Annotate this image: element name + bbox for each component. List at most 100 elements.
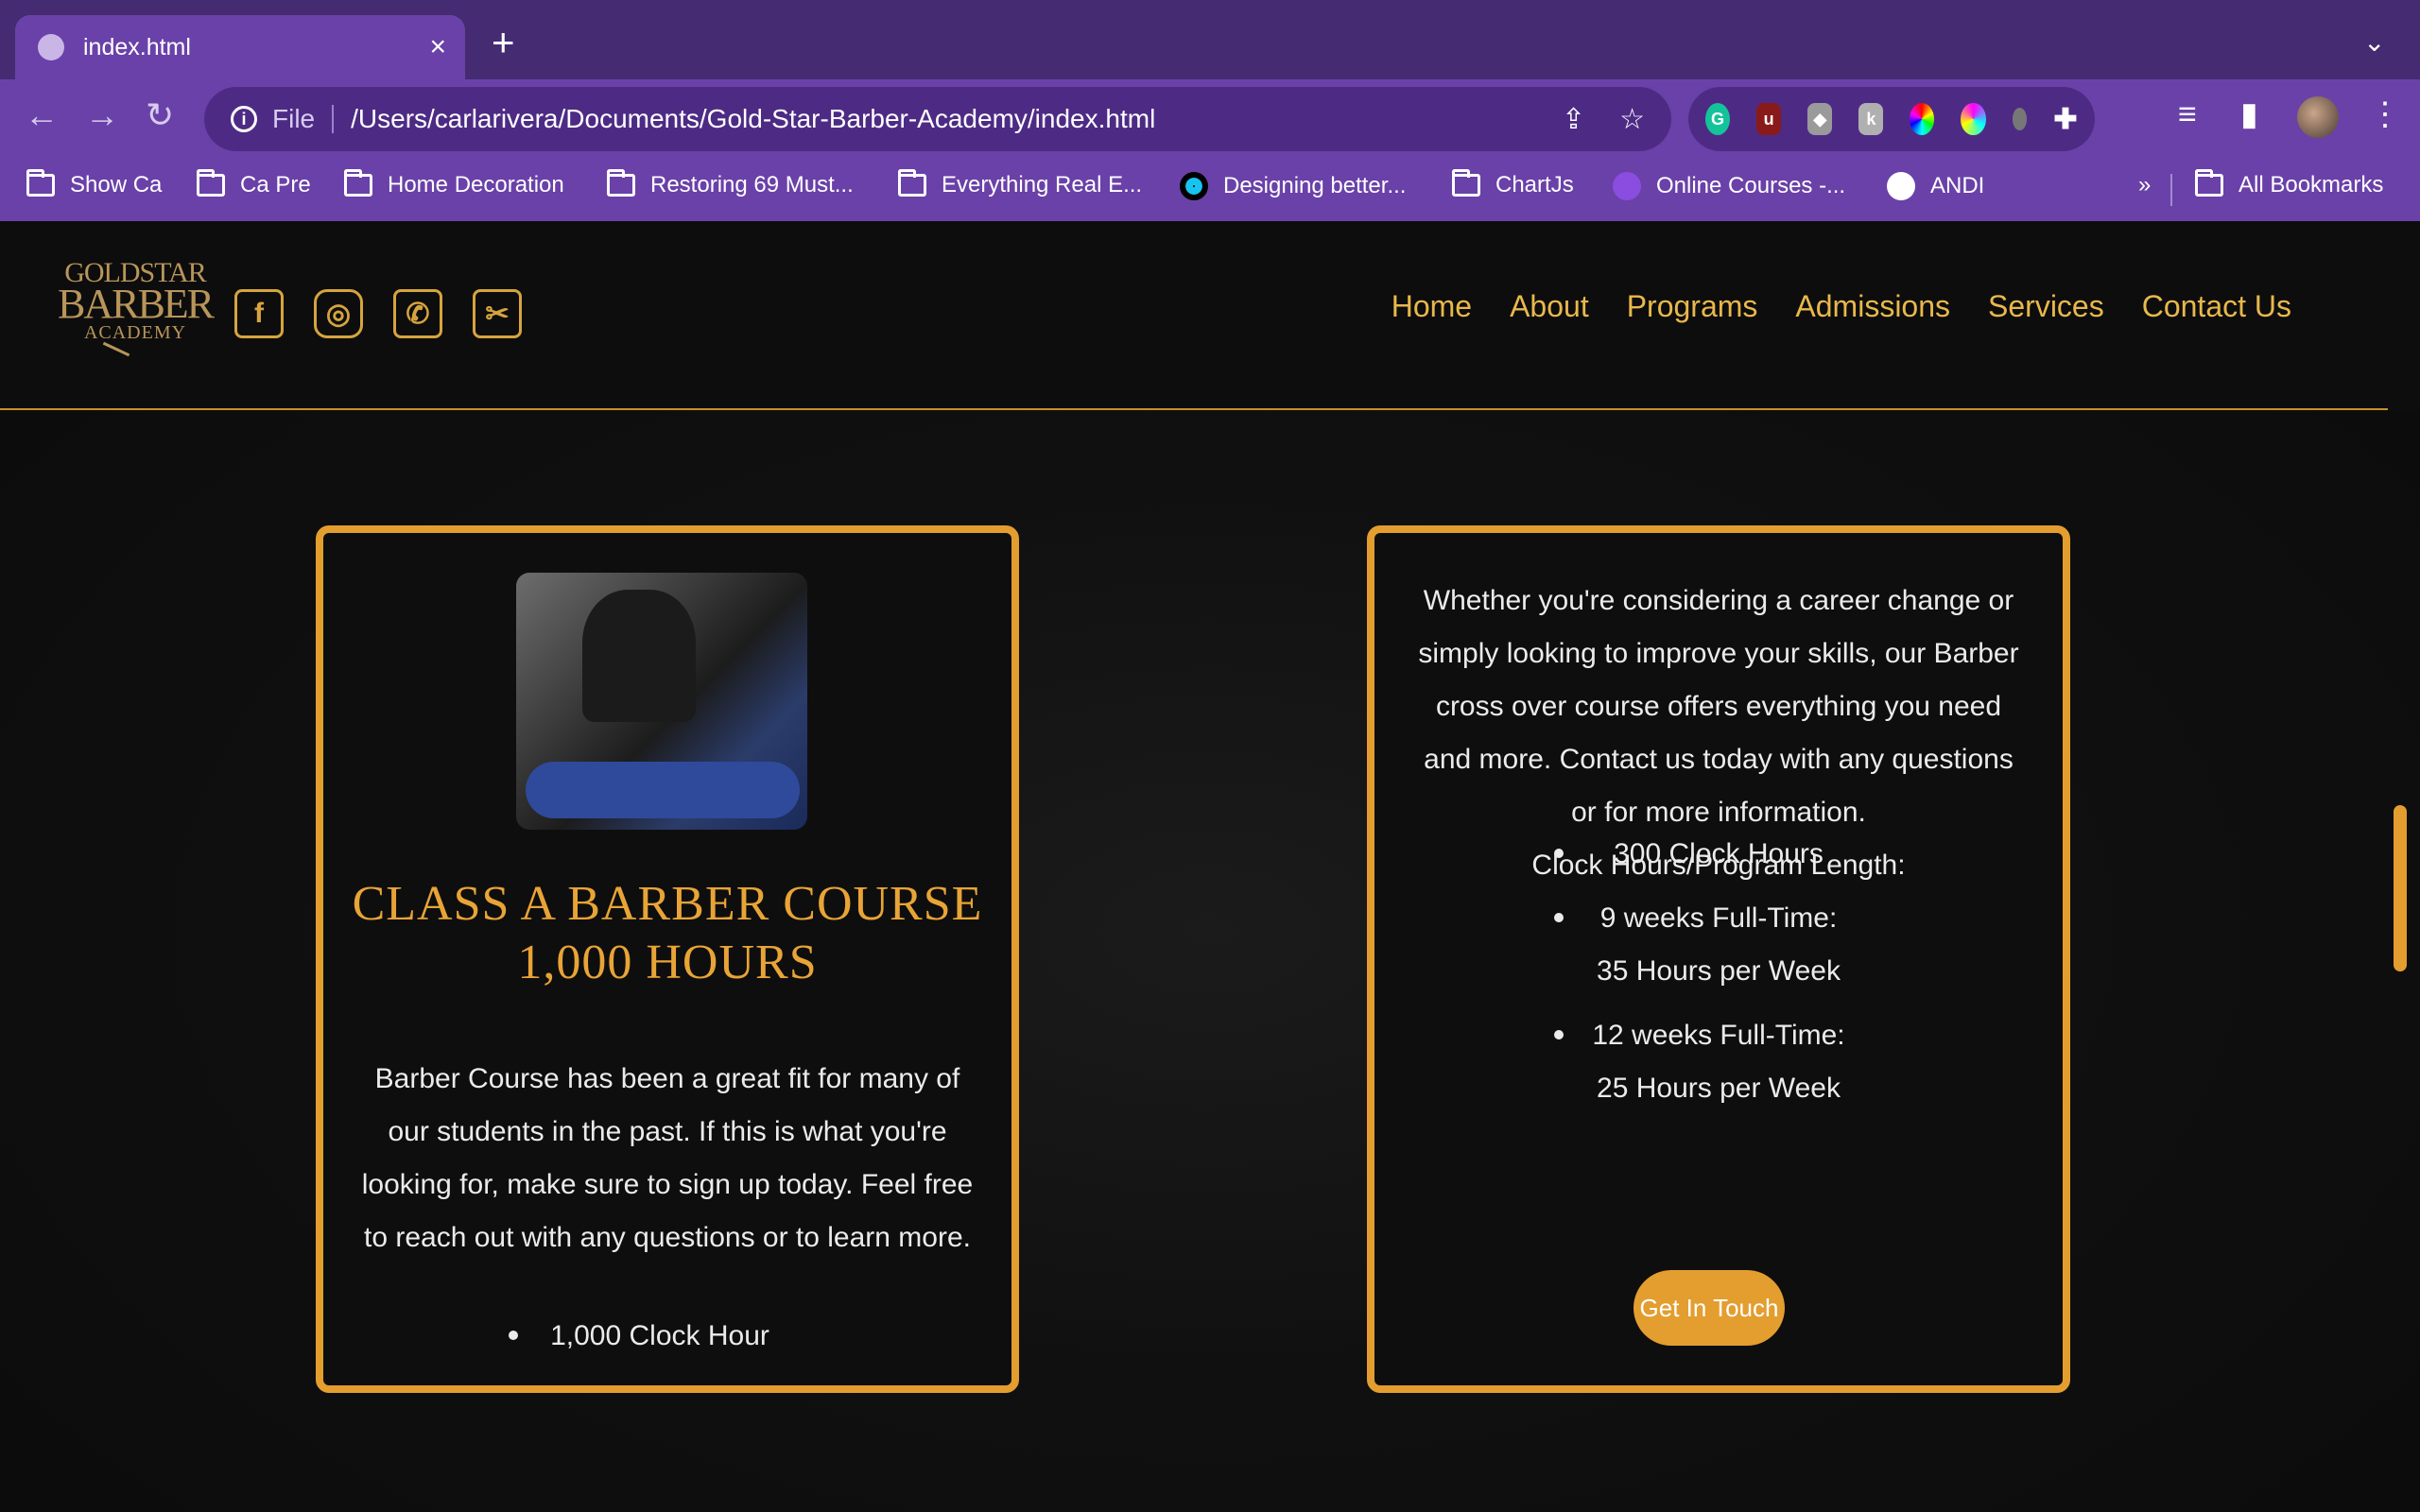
bookmark-item[interactable]: Online Courses -... — [1613, 172, 1845, 200]
chevron-right-icon: » — [2138, 172, 2152, 198]
folder-icon — [1452, 169, 1480, 197]
phone-icon[interactable]: ✆ — [393, 289, 442, 338]
bookmark-label: ANDI — [1930, 173, 1985, 198]
folder-icon — [197, 169, 225, 197]
course-details-card: Whether you're considering a career chan… — [1367, 525, 2070, 1393]
divider — [332, 105, 335, 133]
color-picker-icon[interactable] — [1910, 103, 1935, 135]
list-item: 9 weeks Full-Time: 35 Hours per Week — [1374, 892, 2063, 998]
url-scheme: File — [272, 104, 316, 133]
ublock-icon[interactable]: u — [1756, 103, 1782, 135]
star-icon[interactable]: ☆ — [1619, 103, 1645, 136]
course-hours-list: 1,000 Clock Hour — [323, 1310, 1011, 1363]
close-icon[interactable]: × — [429, 33, 446, 61]
extension-icon[interactable]: k — [1858, 103, 1884, 135]
bookmark-item[interactable]: Home Decoration — [344, 169, 564, 198]
list-item: 300 Clock Hours — [1374, 828, 2063, 881]
instagram-icon[interactable]: ◎ — [314, 289, 363, 338]
bookmark-item[interactable]: Show Ca — [26, 169, 163, 198]
nav-home[interactable]: Home — [1392, 289, 1472, 324]
extensions-area: G u ◆ k ✚ — [1688, 87, 2095, 151]
url-text[interactable]: /Users/carlarivera/Documents/Gold-Star-B… — [351, 104, 1528, 134]
bookmark-label: Show Ca — [70, 172, 163, 198]
list-item-text: 1,000 Clock Hour — [550, 1320, 769, 1351]
bookmark-label: Designing better... — [1223, 173, 1407, 198]
web-page: GOLDSTAR BARBER ACADEMY f ◎ ✆ ✂ Home Abo… — [0, 221, 2420, 1512]
site-header: GOLDSTAR BARBER ACADEMY f ◎ ✆ ✂ Home Abo… — [0, 221, 2420, 410]
tab-title: index.html — [83, 33, 191, 60]
bookmark-label: Ca Pre — [240, 172, 311, 198]
share-icon[interactable]: ⇪ — [1562, 103, 1585, 136]
site-logo[interactable]: GOLDSTAR BARBER ACADEMY — [55, 259, 216, 372]
course-description: Barber Course has been a great fit for m… — [361, 1063, 974, 1253]
divider — [2170, 174, 2172, 206]
puzzle-icon[interactable]: ✚ — [2053, 103, 2078, 135]
bookmark-item[interactable]: Designing better... — [1180, 172, 1406, 200]
bookmark-label: Restoring 69 Must... — [650, 172, 854, 198]
extension-icon[interactable] — [2012, 108, 2027, 130]
list-item-text: 25 Hours per Week — [1597, 1073, 1841, 1104]
color-wheel-icon[interactable] — [1961, 103, 1986, 135]
header-divider — [0, 408, 2388, 410]
nav-programs[interactable]: Programs — [1627, 289, 1758, 324]
nav-contact-us[interactable]: Contact Us — [2142, 289, 2291, 324]
barber-photo — [516, 573, 807, 830]
bookmark-item[interactable]: ChartJs — [1452, 169, 1574, 198]
avatar[interactable] — [2297, 96, 2339, 138]
list-item-text: 9 weeks Full-Time: — [1599, 902, 1838, 934]
more-bookmarks-button[interactable]: » — [2138, 172, 2151, 198]
bookmark-item[interactable]: Restoring 69 Must... — [607, 169, 854, 198]
bookmarks-bar: Show Ca Ca Pre Home Decoration Restoring… — [0, 159, 2420, 221]
info-icon[interactable]: i — [231, 106, 257, 132]
bookmark-label: Online Courses -... — [1656, 173, 1846, 198]
folder-icon — [344, 169, 372, 197]
grammarly-icon[interactable]: G — [1705, 103, 1731, 135]
bullet-icon — [509, 1331, 518, 1340]
address-bar[interactable]: i File /Users/carlarivera/Documents/Gold… — [204, 87, 1671, 151]
barber-tools-icon[interactable]: ✂ — [473, 289, 522, 338]
description-text: Whether you're considering a career chan… — [1418, 585, 2019, 828]
bookmark-label: All Bookmarks — [2238, 172, 2384, 198]
site-icon — [1613, 172, 1641, 200]
browser-tab[interactable]: index.html × — [15, 15, 465, 79]
nav-admissions[interactable]: Admissions — [1795, 289, 1950, 324]
back-button[interactable]: ← — [25, 98, 59, 132]
list-item-text: 12 weeks Full-Time: — [1592, 1020, 1845, 1051]
folder-icon — [898, 169, 926, 197]
folder-icon — [2195, 169, 2223, 197]
reload-button[interactable]: ↻ — [146, 98, 174, 132]
list-item-text: 300 Clock Hours — [1614, 838, 1824, 869]
scrollbar-thumb[interactable] — [2394, 805, 2407, 971]
get-in-touch-button[interactable]: Get In Touch — [1634, 1270, 1785, 1346]
all-bookmarks-button[interactable]: All Bookmarks — [2195, 169, 2384, 198]
bookmark-item[interactable]: ANDI — [1887, 172, 1984, 200]
bookmark-label: Everything Real E... — [942, 172, 1143, 198]
bookmark-item[interactable]: Ca Pre — [197, 169, 311, 198]
bitwarden-icon[interactable]: ◆ — [1807, 103, 1833, 135]
chevron-down-icon[interactable]: ⌄ — [2363, 26, 2385, 58]
facebook-icon[interactable]: f — [234, 289, 284, 338]
bookmark-label: ChartJs — [1495, 172, 1574, 198]
main-nav: Home About Programs Admissions Services … — [1392, 289, 2291, 324]
menu-icon[interactable]: ⋮ — [2369, 98, 2401, 130]
globe-icon — [1887, 172, 1915, 200]
list-item: 1,000 Clock Hour — [323, 1310, 1011, 1363]
bookmark-item[interactable]: Everything Real E... — [898, 169, 1143, 198]
bullet-icon — [1554, 849, 1564, 858]
nav-about[interactable]: About — [1510, 289, 1589, 324]
folder-icon — [26, 169, 55, 197]
forward-button[interactable]: → — [85, 98, 119, 132]
bullet-icon — [1554, 1030, 1564, 1040]
bullet-icon — [1554, 913, 1564, 922]
course-card: CLASS A BARBER COURSE 1,000 HOURS Barber… — [316, 525, 1019, 1393]
program-length-list: 300 Clock Hours 9 weeks Full-Time: 35 Ho… — [1374, 828, 2063, 1115]
nav-services[interactable]: Services — [1988, 289, 2104, 324]
course-title: CLASS A BARBER COURSE 1,000 HOURS — [352, 877, 983, 989]
side-panel-icon[interactable]: ▮ — [2240, 98, 2258, 130]
razor-icon — [102, 341, 130, 357]
reading-list-icon[interactable]: ≡ — [2178, 98, 2197, 130]
bookmark-label: Home Decoration — [388, 172, 564, 198]
new-tab-button[interactable]: + — [492, 23, 515, 62]
logo-line: BARBER — [57, 281, 215, 327]
globe-icon — [38, 34, 64, 60]
